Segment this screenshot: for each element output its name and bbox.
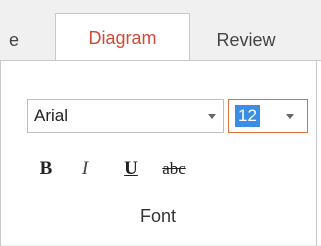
font-family-value: Arial <box>34 106 69 125</box>
ribbon-panel: Arial 12 B I U abc Font <box>0 60 321 246</box>
chevron-down-icon[interactable] <box>208 114 216 119</box>
strikethrough-button[interactable]: abc <box>157 156 191 182</box>
tab-diagram[interactable]: Diagram <box>55 13 190 61</box>
ribbon-tab-strip: e Diagram Review <box>0 0 321 61</box>
tab-partial[interactable]: e <box>0 20 24 60</box>
chevron-down-icon[interactable] <box>286 114 294 119</box>
group-separator <box>316 61 317 246</box>
underline-button[interactable]: U <box>118 156 144 182</box>
font-family-dropdown[interactable]: Arial <box>27 99 224 133</box>
font-size-value[interactable]: 12 <box>235 105 260 127</box>
font-size-dropdown[interactable]: 12 <box>228 99 308 133</box>
tab-review[interactable]: Review <box>196 20 296 60</box>
bold-button[interactable]: B <box>33 156 59 182</box>
font-group-label: Font <box>139 206 177 226</box>
italic-button[interactable]: I <box>72 156 98 182</box>
